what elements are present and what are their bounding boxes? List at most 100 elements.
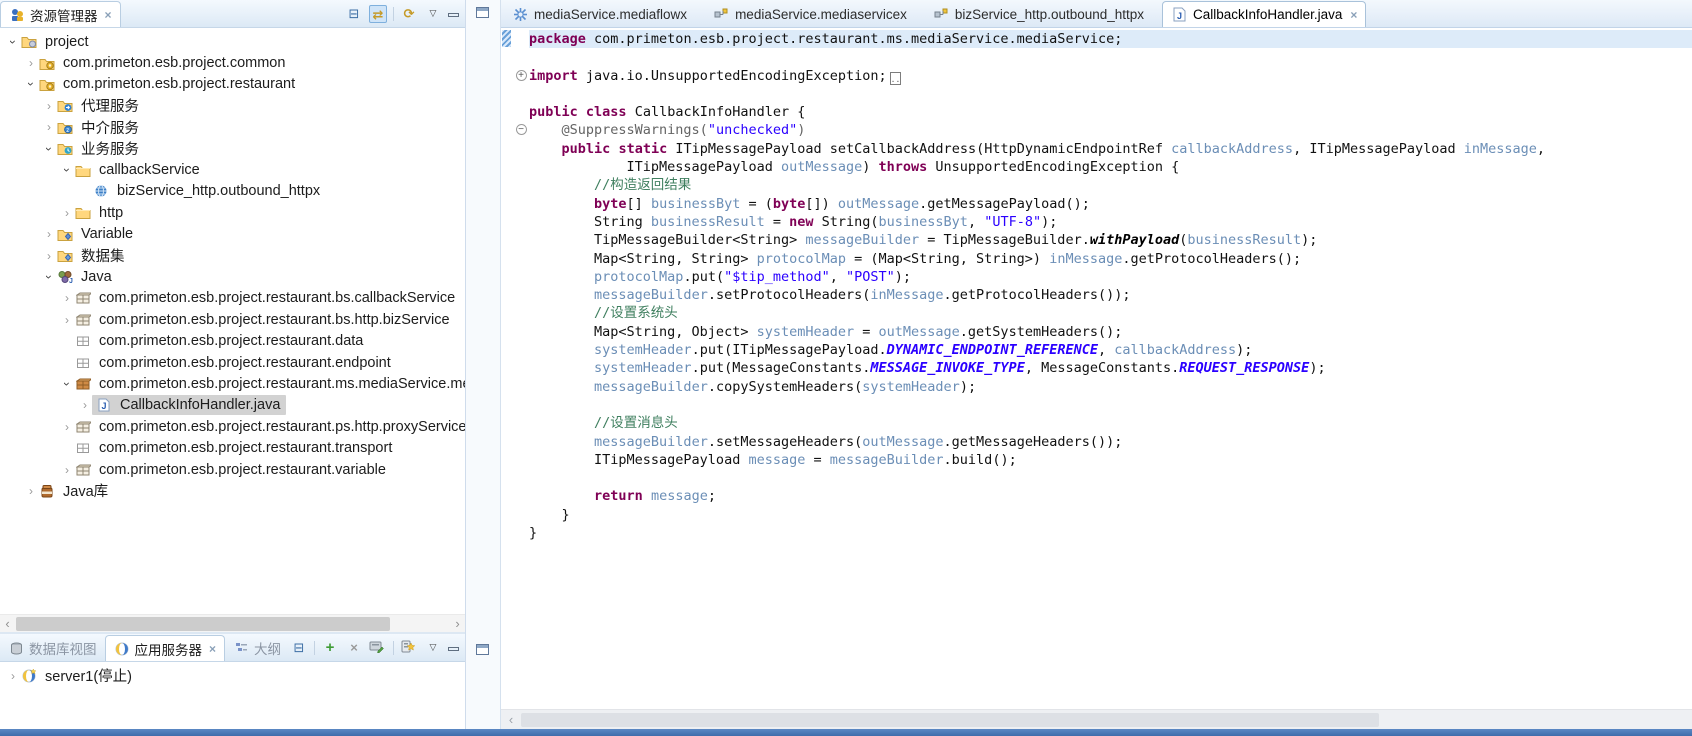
code-line[interactable]: package com.primeton.esb.project.restaur… bbox=[501, 30, 1692, 48]
code-line[interactable]: //设置系统头 bbox=[501, 304, 1692, 322]
code-line[interactable]: ITipMessagePayload outMessage) throws Un… bbox=[501, 158, 1692, 176]
code-line[interactable]: messageBuilder.copySystemHeaders(systemH… bbox=[501, 378, 1692, 396]
code-line[interactable]: Map<String, String> protocolMap = (Map<S… bbox=[501, 250, 1692, 268]
tab-mediaservicex[interactable]: mediaService.mediaservicex bbox=[705, 1, 925, 27]
minimize-button[interactable] bbox=[448, 13, 459, 17]
code-line[interactable]: +import java.io.UnsupportedEncodingExcep… bbox=[501, 67, 1692, 85]
code-line[interactable]: public class CallbackInfoHandler { bbox=[501, 103, 1692, 121]
expand-arrow-icon[interactable]: › bbox=[42, 227, 56, 241]
code-line[interactable]: } bbox=[501, 506, 1692, 524]
tree-item[interactable]: ›com.primeton.esb.project.common bbox=[0, 52, 465, 73]
expand-arrow-icon[interactable]: › bbox=[60, 463, 74, 477]
link-with-editor-button[interactable]: ⇄ bbox=[369, 5, 387, 23]
expand-arrow-icon[interactable]: › bbox=[24, 56, 38, 70]
scroll-left-icon[interactable]: ‹ bbox=[503, 711, 519, 729]
close-icon[interactable]: × bbox=[105, 8, 112, 22]
code-line[interactable]: ITipMessagePayload message = messageBuil… bbox=[501, 451, 1692, 469]
expand-fold-icon[interactable]: + bbox=[516, 70, 527, 81]
tree-item[interactable]: ›z中介服务 bbox=[0, 117, 465, 138]
code-line[interactable]: Map<String, Object> systemHeader = outMe… bbox=[501, 323, 1692, 341]
tree-item[interactable]: ›http bbox=[0, 202, 465, 223]
scroll-left-icon[interactable]: ‹ bbox=[0, 615, 15, 633]
tree-item[interactable]: com.primeton.esb.project.restaurant.endp… bbox=[0, 352, 465, 373]
code-line[interactable] bbox=[501, 396, 1692, 414]
tree-item[interactable]: ›com.primeton.esb.project.restaurant.ms.… bbox=[0, 373, 465, 394]
code-line[interactable]: return message; bbox=[501, 487, 1692, 505]
expand-arrow-icon[interactable]: › bbox=[6, 669, 20, 683]
tree-item[interactable]: ›callbackService bbox=[0, 159, 465, 180]
tree-item[interactable]: com.primeton.esb.project.restaurant.data bbox=[0, 330, 465, 351]
close-icon[interactable]: × bbox=[1350, 8, 1357, 22]
view-menu-button[interactable]: ▽ bbox=[424, 639, 442, 657]
code-line[interactable] bbox=[501, 48, 1692, 66]
expand-arrow-icon[interactable]: › bbox=[60, 206, 74, 220]
tree-item[interactable]: ›com.primeton.esb.project.restaurant bbox=[0, 74, 465, 95]
tree-item[interactable]: ›JJava bbox=[0, 266, 465, 287]
code-line[interactable]: systemHeader.put(MessageConstants.MESSAG… bbox=[501, 359, 1692, 377]
expand-arrow-icon[interactable]: › bbox=[42, 249, 56, 263]
code-line[interactable]: − @SuppressWarnings("unchecked") bbox=[501, 121, 1692, 139]
tab-app-server[interactable]: 应用服务器 × bbox=[105, 635, 226, 661]
expand-arrow-icon[interactable]: › bbox=[60, 420, 74, 434]
code-line[interactable]: String businessResult = new String(busin… bbox=[501, 213, 1692, 231]
expand-arrow-icon[interactable]: › bbox=[60, 313, 74, 327]
edit-server-button[interactable] bbox=[369, 639, 387, 657]
expand-arrow-icon[interactable]: › bbox=[6, 35, 20, 49]
code-line[interactable] bbox=[501, 469, 1692, 487]
expand-arrow-icon[interactable]: › bbox=[42, 99, 56, 113]
tab-resource-explorer[interactable]: 资源管理器 × bbox=[0, 1, 121, 27]
tab-outline[interactable]: 大纲 bbox=[225, 635, 289, 661]
editor-hscrollbar[interactable]: ‹ bbox=[501, 709, 1692, 729]
tree-item[interactable]: ›server1(停止) bbox=[0, 665, 465, 686]
restore-view-icon[interactable] bbox=[476, 7, 489, 18]
explorer-hscrollbar[interactable]: ‹ › bbox=[0, 614, 465, 632]
code-line[interactable]: protocolMap.put("$tip_method", "POST"); bbox=[501, 268, 1692, 286]
refresh-button[interactable]: ⟳ bbox=[400, 5, 418, 23]
code-line[interactable]: TipMessageBuilder<String> messageBuilder… bbox=[501, 231, 1692, 249]
expand-arrow-icon[interactable]: › bbox=[24, 77, 38, 91]
restore-view-icon[interactable] bbox=[476, 644, 489, 655]
code-line[interactable]: messageBuilder.setMessageHeaders(outMess… bbox=[501, 433, 1692, 451]
code-line[interactable]: } bbox=[501, 524, 1692, 542]
expand-arrow-icon[interactable]: › bbox=[60, 163, 74, 177]
tree-item[interactable]: ›数据集 bbox=[0, 245, 465, 266]
expand-arrow-icon[interactable]: › bbox=[60, 377, 74, 391]
code-line[interactable]: systemHeader.put(ITipMessagePayload.DYNA… bbox=[501, 341, 1692, 359]
delete-server-button[interactable]: × bbox=[345, 639, 363, 657]
collapse-all-button[interactable]: ⊟ bbox=[345, 5, 363, 23]
expand-arrow-icon[interactable]: › bbox=[24, 484, 38, 498]
tree-item[interactable]: bizService_http.outbound_httpx bbox=[0, 181, 465, 202]
scrollbar-thumb[interactable] bbox=[16, 617, 390, 631]
tree-item[interactable]: ›com.primeton.esb.project.restaurant.bs.… bbox=[0, 288, 465, 309]
minimize-button[interactable] bbox=[448, 647, 459, 651]
new-server-wizard-button[interactable] bbox=[400, 639, 418, 657]
expand-arrow-icon[interactable]: › bbox=[42, 270, 56, 284]
close-icon[interactable]: × bbox=[209, 642, 216, 656]
tree-item[interactable]: ›project bbox=[0, 31, 465, 52]
collapse-all-button[interactable]: ⊟ bbox=[290, 639, 308, 657]
add-server-button[interactable]: + bbox=[321, 639, 339, 657]
expand-arrow-icon[interactable]: › bbox=[42, 142, 56, 156]
tab-database-view[interactable]: 数据库视图 bbox=[0, 635, 105, 661]
tree-item[interactable]: ›com.primeton.esb.project.restaurant.ps.… bbox=[0, 416, 465, 437]
collapse-fold-icon[interactable]: − bbox=[516, 124, 527, 135]
code-editor[interactable]: package com.primeton.esb.project.restaur… bbox=[501, 28, 1692, 709]
tree-item[interactable]: ›业务服务 bbox=[0, 138, 465, 159]
tab-mediaflowx[interactable]: mediaService.mediaflowx bbox=[504, 1, 705, 27]
tab-callbackinfohandler[interactable]: J CallbackInfoHandler.java × bbox=[1162, 1, 1366, 27]
code-line[interactable]: public static ITipMessagePayload setCall… bbox=[501, 140, 1692, 158]
tree-item[interactable]: ›Java库 bbox=[0, 480, 465, 501]
code-line[interactable] bbox=[501, 85, 1692, 103]
expand-arrow-icon[interactable]: › bbox=[42, 120, 56, 134]
tree-item[interactable]: ›Variable bbox=[0, 224, 465, 245]
scrollbar-thumb[interactable] bbox=[521, 713, 1379, 727]
tree-item[interactable]: ›com.primeton.esb.project.restaurant.bs.… bbox=[0, 309, 465, 330]
code-line[interactable]: messageBuilder.setProtocolHeaders(inMess… bbox=[501, 286, 1692, 304]
tree-item[interactable]: ›JCallbackInfoHandler.java bbox=[0, 395, 465, 416]
tree-item[interactable]: com.primeton.esb.project.restaurant.tran… bbox=[0, 437, 465, 458]
view-menu-button[interactable]: ▽ bbox=[424, 5, 442, 23]
expand-arrow-icon[interactable]: › bbox=[60, 291, 74, 305]
tree-item[interactable]: ›com.primeton.esb.project.restaurant.var… bbox=[0, 459, 465, 480]
code-line[interactable]: byte[] businessByt = (byte[]) outMessage… bbox=[501, 195, 1692, 213]
tree-item[interactable]: ›代理服务 bbox=[0, 95, 465, 116]
